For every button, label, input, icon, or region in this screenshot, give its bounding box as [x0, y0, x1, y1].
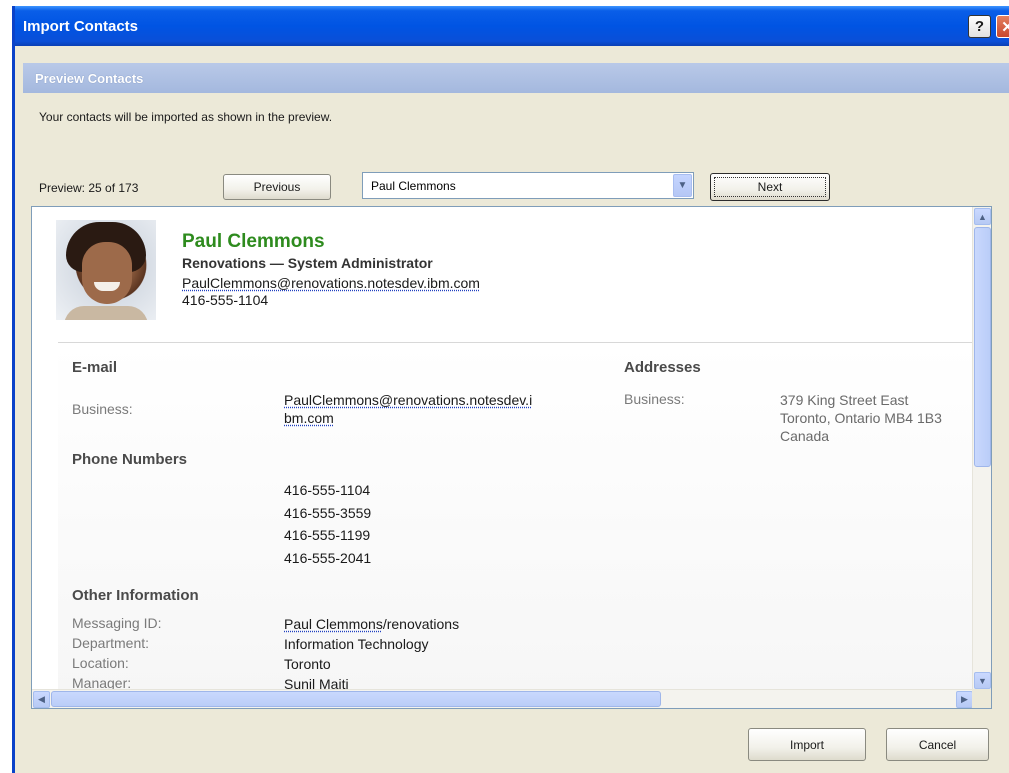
focus-ring	[714, 177, 826, 197]
department-value: Information Technology	[284, 636, 429, 652]
phone-number: 416-555-2041	[284, 549, 372, 566]
scroll-right-button[interactable]: ▶	[956, 691, 973, 708]
address-line1: 379 King Street East	[780, 392, 909, 408]
preview-count: Preview: 25 of 173	[39, 181, 139, 195]
email-business-line1: PaulClemmons@renovations.notesdev.i	[284, 392, 533, 408]
scroll-down-button[interactable]: ▼	[974, 672, 991, 689]
messaging-id-link[interactable]: Paul Clemmons	[284, 616, 383, 632]
details-area: E-mail Business: PaulClemmons@renovation…	[58, 342, 990, 702]
contact-company-title: Renovations — System Administrator	[182, 255, 433, 271]
addresses-section-title: Addresses	[624, 359, 701, 376]
avatar	[56, 220, 156, 320]
address-business-label: Business:	[624, 391, 685, 407]
avatar-shirt	[64, 306, 148, 320]
other-section-title: Other Information	[72, 587, 199, 604]
messaging-id-domain: /renovations	[382, 616, 460, 632]
phone-number: 416-555-3559	[284, 504, 372, 521]
scroll-up-button[interactable]: ▲	[974, 208, 991, 225]
contact-name: Paul Clemmons	[182, 231, 325, 252]
phone-number: 416-555-1199	[284, 527, 371, 543]
contact-email-link[interactable]: PaulClemmons@renovations.notesdev.ibm.co…	[182, 275, 480, 291]
preview-panel[interactable]: Paul Clemmons Renovations — System Admin…	[31, 206, 992, 709]
section-title: Preview Contacts	[35, 70, 144, 86]
window-title: Import Contacts	[23, 17, 139, 35]
messaging-id-value: Paul Clemmons/renovations	[284, 615, 459, 633]
next-button[interactable]: Next	[710, 173, 830, 201]
contact-select[interactable]: Paul Clemmons ▼	[362, 172, 694, 199]
messaging-id-label: Messaging ID:	[72, 615, 162, 631]
phone-number: 416-555-1104	[284, 482, 371, 498]
vertical-scroll-thumb[interactable]	[974, 227, 991, 467]
email-section-title: E-mail	[72, 359, 118, 376]
phones-section-title: Phone Numbers	[72, 451, 188, 468]
previous-button[interactable]: Previous	[223, 174, 331, 200]
phone-list: 416-555-1104 416-555-3559 416-555-1199 4…	[284, 479, 371, 569]
close-button[interactable]: ✕	[996, 15, 1009, 38]
email-business-label: Business:	[72, 401, 133, 417]
location-label: Location:	[72, 655, 129, 671]
horizontal-scrollbar[interactable]: ◀ ▶	[32, 689, 974, 708]
import-button[interactable]: Import	[748, 728, 866, 761]
vertical-scrollbar[interactable]: ▲ ▼	[972, 207, 991, 690]
contact-phone: 416-555-1104	[182, 292, 269, 308]
email-business-line2: bm.com	[284, 410, 334, 426]
title-bar[interactable]: Import Contacts ? ✕	[15, 6, 1009, 46]
horizontal-scroll-thumb[interactable]	[51, 691, 661, 707]
cancel-button[interactable]: Cancel	[886, 728, 989, 761]
help-button[interactable]: ?	[968, 15, 991, 38]
email-business-link[interactable]: PaulClemmons@renovations.notesdev.i bm.c…	[284, 391, 532, 427]
import-contacts-dialog: Import Contacts ? ✕ Preview Contacts You…	[12, 6, 1009, 773]
contact-select-value: Paul Clemmons	[371, 178, 456, 193]
department-label: Department:	[72, 635, 150, 651]
intro-text: Your contacts will be imported as shown …	[39, 110, 333, 124]
location-value: Toronto	[284, 656, 331, 672]
address-line2: Toronto, Ontario MB4 1B3	[780, 410, 942, 426]
address-business-value: 379 King Street East Toronto, Ontario MB…	[780, 391, 942, 445]
chevron-down-icon[interactable]: ▼	[673, 174, 692, 197]
scroll-left-button[interactable]: ◀	[33, 691, 50, 708]
scrollbar-corner	[972, 689, 991, 708]
avatar-face	[82, 242, 132, 304]
address-line3: Canada	[780, 428, 830, 444]
section-header: Preview Contacts	[23, 63, 1009, 93]
